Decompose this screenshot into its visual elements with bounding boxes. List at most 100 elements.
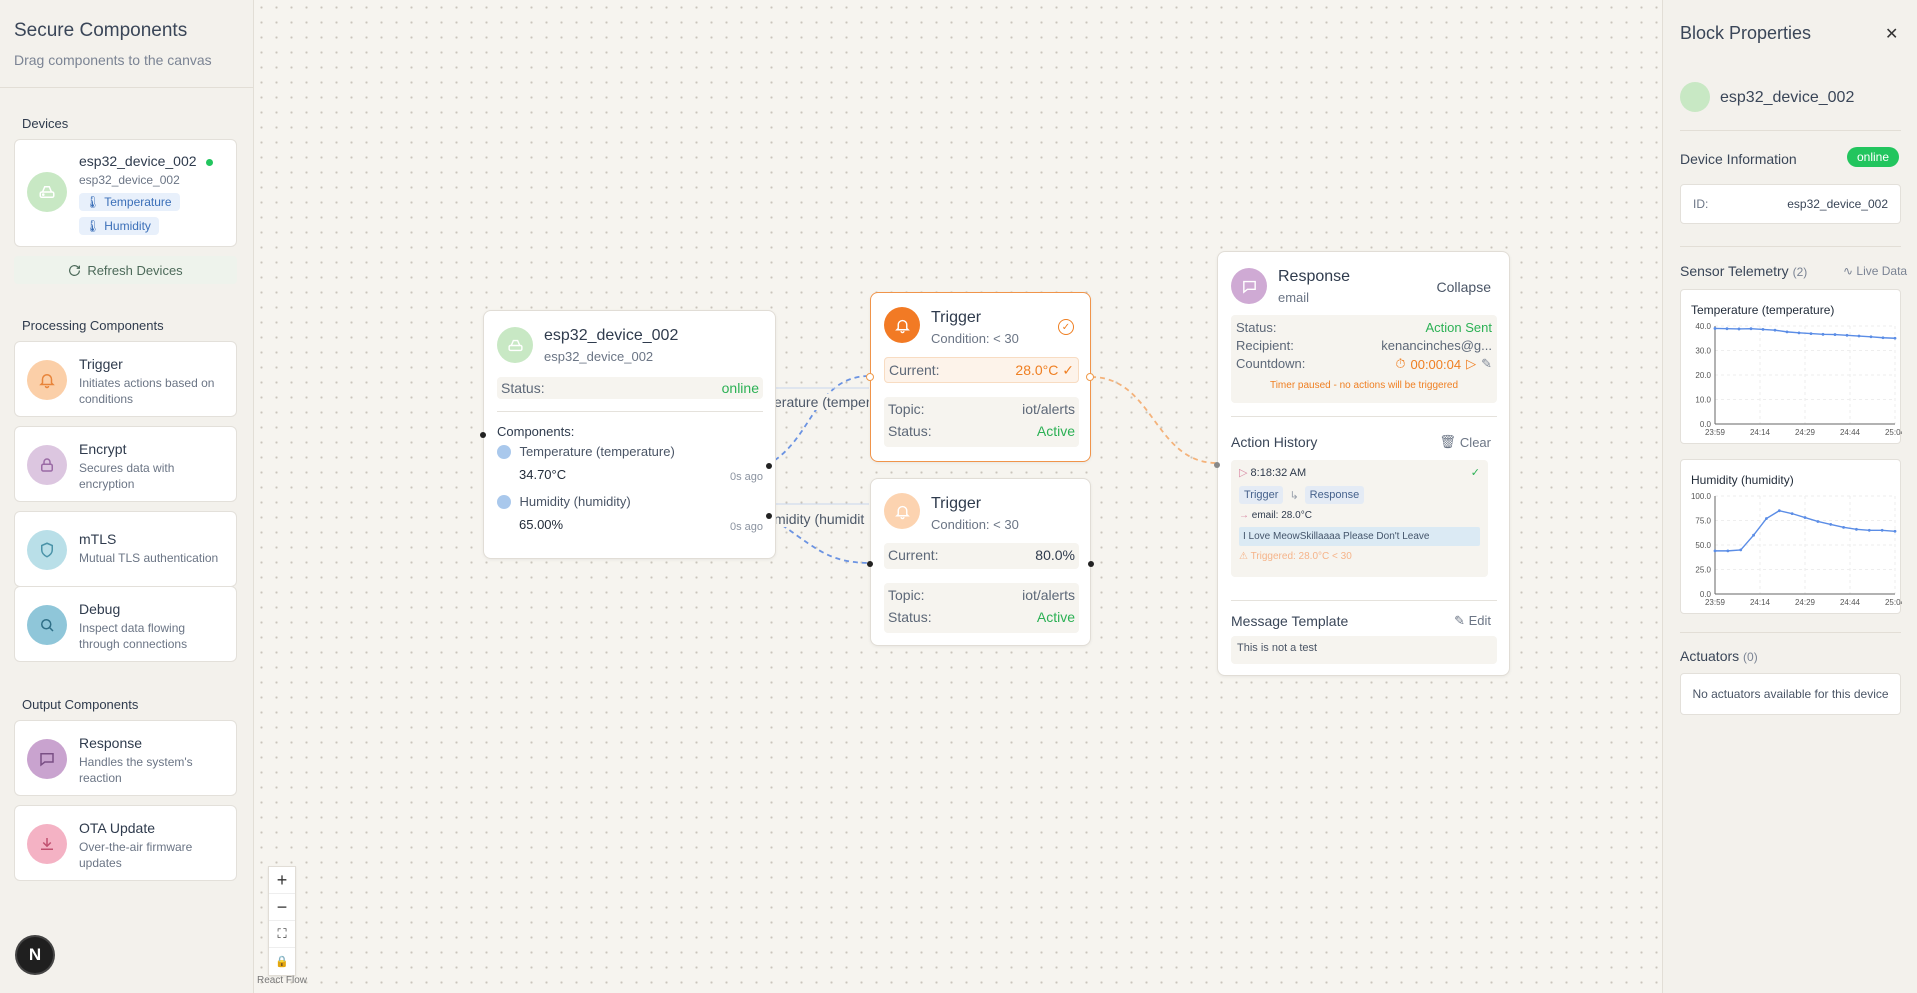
history-email: email: 28.0°C xyxy=(1251,510,1312,521)
component-card-mtls[interactable]: mTLS Mutual TLS authentication xyxy=(14,511,237,587)
component-card-trigger[interactable]: Trigger Initiates actions based on condi… xyxy=(14,341,237,417)
data-point xyxy=(1842,525,1845,529)
timer-icon: ⏱ xyxy=(1395,356,1406,371)
panel-device-name: esp32_device_002 xyxy=(1720,89,1855,106)
trigger-status: Active xyxy=(1036,423,1075,439)
trigger-output-handle[interactable] xyxy=(1088,561,1094,567)
zoom-out-button[interactable]: − xyxy=(269,894,295,921)
actuators-count: (0) xyxy=(1743,650,1758,664)
lock-button[interactable]: 🔒 xyxy=(269,948,295,975)
device-card[interactable]: esp32_device_002 esp32_device_002 🌡︎ Temp… xyxy=(14,139,237,247)
device-input-handle[interactable] xyxy=(480,432,486,438)
trigger-topic: iot/alerts xyxy=(1022,587,1075,603)
thermometer-icon xyxy=(497,494,511,509)
send-icon: ▷ xyxy=(1239,467,1248,479)
chip-humidity: 🌡︎ Humidity xyxy=(79,217,159,235)
data-point xyxy=(1857,334,1861,338)
trigger-title: Trigger xyxy=(931,495,982,512)
component-card-debug[interactable]: Debug Inspect data flowing through conne… xyxy=(14,586,237,662)
device-status-row: Status: online xyxy=(497,377,763,399)
zoom-controls: + − ⛶ 🔒 xyxy=(268,866,296,976)
component-desc: Over-the-air firmware updates xyxy=(79,840,193,870)
countdown-value: 00:00:04 xyxy=(1410,356,1462,372)
response-recipient: kenancinches@g... xyxy=(1381,338,1492,353)
download-icon xyxy=(27,824,67,864)
bell-icon xyxy=(27,360,67,400)
thermometer-icon xyxy=(497,444,511,459)
x-tick-label: 24:14 xyxy=(1750,598,1771,607)
react-flow-attribution[interactable]: React Flow xyxy=(257,975,307,986)
component-desc: Mutual TLS authentication xyxy=(79,551,219,565)
search-icon xyxy=(27,605,67,645)
temperature-chart: 0.010.020.030.040.023:59 24:14 24:29 24:44 2… xyxy=(1695,322,1902,437)
history-time: 8:18:32 AM xyxy=(1250,467,1307,479)
response-status: Action Sent xyxy=(1425,320,1493,335)
series-line xyxy=(1714,327,1896,339)
message-icon xyxy=(1231,268,1267,304)
response-input-handle[interactable] xyxy=(1214,462,1220,468)
trigger-condition: Condition: < 30 xyxy=(931,331,1019,346)
flow-canvas[interactable]: erature (tempera midity (humidit esp32_d… xyxy=(254,0,1662,993)
warning-icon: ⚠ xyxy=(1239,551,1248,562)
edge-temperature xyxy=(766,375,872,466)
x-tick-label: 24:44 xyxy=(1840,428,1861,437)
data-point xyxy=(1816,520,1820,523)
trigger-output-handle[interactable] xyxy=(1086,373,1094,381)
refresh-devices-button[interactable]: Refresh Devices xyxy=(14,256,237,284)
play-icon[interactable]: ▷ xyxy=(1466,356,1476,372)
message-template-text: This is not a test xyxy=(1231,636,1497,664)
collapse-button[interactable]: Collapse xyxy=(1437,279,1491,295)
component-title: OTA Update xyxy=(79,820,156,836)
temperature-output-handle[interactable] xyxy=(766,463,772,469)
check-circle-icon: ✓ xyxy=(1058,319,1074,335)
response-subtitle: email xyxy=(1278,290,1310,305)
history-message: I Love MeowSkillaaaa Please Don't Leave xyxy=(1239,527,1480,546)
chart-title: Temperature (temperature) xyxy=(1691,303,1835,317)
trigger-condition: Condition: < 30 xyxy=(931,517,1019,532)
close-panel-button[interactable]: ✕ xyxy=(1885,24,1898,44)
no-actuators-message: No actuators available for this device xyxy=(1680,673,1901,715)
component-desc: Inspect data flowing through connections xyxy=(79,621,188,651)
edge-trigger-response xyxy=(1090,376,1218,464)
trash-icon: 🗑︎ xyxy=(1439,434,1456,449)
clear-history-button[interactable]: 🗑︎ Clear xyxy=(1439,434,1491,450)
shield-icon xyxy=(27,530,67,570)
component-card-ota-update[interactable]: OTA Update Over-the-air firmware updates xyxy=(14,805,237,881)
trigger-input-handle[interactable] xyxy=(866,373,874,381)
data-point xyxy=(1749,327,1753,331)
trigger-input-handle[interactable] xyxy=(867,561,873,567)
component-title: Encrypt xyxy=(79,441,127,457)
data-point xyxy=(1737,327,1741,331)
processing-heading: Processing Components xyxy=(22,318,164,333)
component-row-temperature: Temperature (temperature) 34.70°C 0s ago xyxy=(497,443,763,489)
component-row-humidity: Humidity (humidity) 65.00% 0s ago xyxy=(497,493,763,539)
fit-view-button[interactable]: ⛶ xyxy=(269,921,295,948)
temperature-age: 0s ago xyxy=(729,471,763,483)
data-point xyxy=(1726,549,1730,553)
component-title: mTLS xyxy=(79,531,117,547)
zoom-in-button[interactable]: + xyxy=(269,867,295,894)
pencil-icon[interactable]: ✎ xyxy=(1481,356,1492,372)
edit-template-button[interactable]: ✎ Edit xyxy=(1454,613,1491,629)
y-tick-label: 30.0 xyxy=(1695,347,1711,356)
component-card-response[interactable]: Response Handles the system's reaction xyxy=(14,720,237,796)
data-point xyxy=(1893,529,1897,533)
component-card-encrypt[interactable]: Encrypt Secures data with encryption xyxy=(14,426,237,502)
bell-icon xyxy=(884,307,920,343)
component-desc: Handles the system's reaction xyxy=(79,755,193,785)
trigger-node[interactable]: Trigger Condition: < 30 Current: 80.0% T… xyxy=(867,478,1094,646)
trigger-current-value: 80.0% xyxy=(1035,547,1075,563)
device-id-value: esp32_device_002 xyxy=(1787,197,1888,211)
y-tick-label: 50.0 xyxy=(1695,541,1711,550)
response-node[interactable]: Response email Collapse Status: Action Se… xyxy=(1214,251,1510,676)
trigger-title: Trigger xyxy=(931,309,982,326)
device-node[interactable]: esp32_device_002 esp32_device_002 Status… xyxy=(480,310,776,559)
router-icon xyxy=(27,172,67,212)
humidity-chart-card: Humidity (humidity) 0.0 25.0 50.0 75.0 100.0… xyxy=(1680,459,1902,614)
next-dev-badge[interactable]: N xyxy=(17,937,53,973)
block-properties-panel: Block Properties ✕ esp32_device_002 Devi… xyxy=(1662,0,1917,993)
edge-label-temperature: erature (tempera xyxy=(774,394,869,410)
humidity-output-handle[interactable] xyxy=(766,513,772,519)
trigger-node-active[interactable]: Trigger Condition: < 30 ✓ Current: 28.0°… xyxy=(866,292,1094,462)
data-point xyxy=(1893,336,1897,340)
